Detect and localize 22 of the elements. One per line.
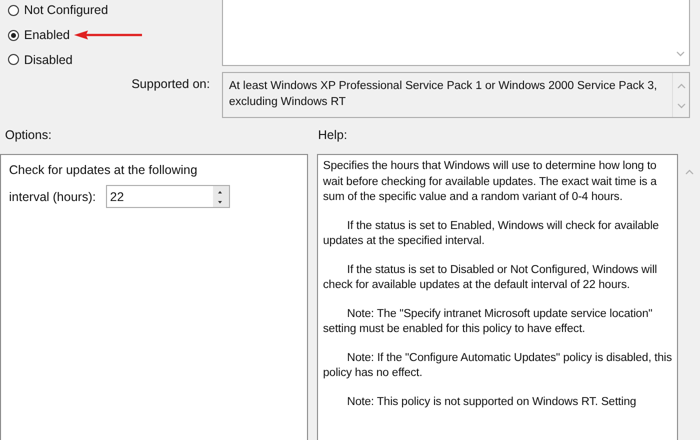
interval-prompt: Check for updates at the following [9,163,198,177]
pointer-arrow [74,30,144,40]
interval-label: interval (hours): [9,190,97,204]
radio-option[interactable]: Not Configured [8,3,108,18]
help-paragraph: Note: If the "Configure Automatic Updates" policy is disabled, this policy has no effect. [323,350,672,381]
scroll-down-icon[interactable] [676,103,686,109]
supported-on-text: At least Windows XP Professional Service Pack 1 or Windows 2000 Service Pack 3, excluding Windows RT [228,79,658,110]
scroll-up-icon[interactable] [685,169,694,175]
help-paragraph: If the status is set to Enabled, Windows will check for available updates at the specified interval. [323,218,660,249]
help-paragraph: Note: The "Specify intranet Microsoft update service location" setting must be enabled for this policy to have effect. [323,306,654,337]
radio-option[interactable]: Enabled [8,28,70,42]
radio-option[interactable]: Disabled [8,52,73,67]
interval-spinbox[interactable]: 22 [106,185,230,208]
supported-on-label: Supported on: [130,76,210,93]
help-paragraph: If the status is set to Disabled or Not Configured, Windows will check for available updates at the default interval of 22 hours. [323,262,658,293]
help-label: Help: [318,128,348,144]
scroll-down-icon[interactable] [676,51,685,57]
help-paragraph: Note: This policy is not supported on Windows RT. Setting [346,394,638,410]
options-label: Options: [5,128,53,144]
scroll-up-icon[interactable] [676,83,686,89]
comment-field[interactable] [222,0,690,66]
help-paragraph: Specifies the hours that Windows will use to determine how long to wait before checking for available updates. The exact wait time is a sum of the specific value and a random variant of 0-4 hours. [323,159,658,205]
